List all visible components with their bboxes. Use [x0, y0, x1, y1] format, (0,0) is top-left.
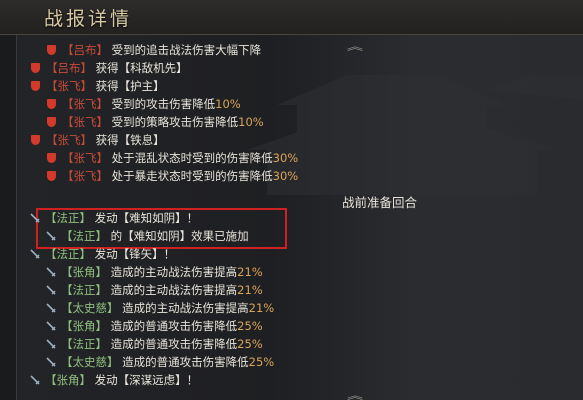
general-name: 【法正】 — [61, 283, 107, 297]
report-line: 【法正】 发动【锋矢】！ — [29, 245, 175, 263]
sword-icon — [29, 211, 41, 223]
effect-text: 处于混乱状态时受到的伤害降低 — [108, 151, 273, 165]
sword-icon — [45, 337, 57, 349]
report-line: 【法正】 造成的主动战法伤害提高21% — [45, 281, 263, 299]
sword-icon — [29, 247, 41, 259]
effect-text: 处于暴走状态时受到的伤害降低 — [108, 169, 273, 183]
shield-icon — [31, 135, 40, 145]
sword-icon — [45, 229, 57, 241]
sword-icon — [29, 373, 41, 385]
general-name: 【张角】 — [45, 373, 91, 387]
effect-text: 获得【铁息】 — [92, 133, 165, 147]
effect-value: 10% — [215, 97, 241, 111]
effect-text: 的【难知如阴】效果已施加 — [107, 229, 249, 243]
header-bar: 战报详情 — [0, 0, 583, 35]
effect-text: 受到的攻击伤害降低 — [108, 97, 216, 111]
general-name: 【张角】 — [61, 265, 107, 279]
shield-icon — [47, 171, 56, 181]
battle-report-panel[interactable]: ︽ ︽ 战前准备回合 【吕布】 受到的追击战法伤害大幅下降 【吕布】 获得【科敌机… — [16, 35, 583, 400]
effect-value: 21% — [237, 283, 263, 297]
general-name: 【张飞】 — [62, 97, 108, 111]
report-line: 【法正】 的【难知如阴】效果已施加 — [45, 227, 249, 245]
effect-text: 发动【深谋远虑】！ — [91, 373, 199, 387]
effect-text: 造成的主动战法伤害提高 — [107, 283, 238, 297]
general-name: 【法正】 — [61, 337, 107, 351]
scroll-down-icon[interactable]: ︽ — [347, 387, 363, 400]
report-line: 【吕布】 获得【科敌机先】 — [31, 59, 188, 77]
effect-text: 造成的普通攻击伤害降低 — [118, 355, 249, 369]
round-title: 战前准备回合 — [342, 195, 418, 210]
page-title: 战报详情 — [44, 8, 133, 30]
effect-text: 受到的追击战法伤害大幅下降 — [108, 43, 262, 57]
general-name: 【法正】 — [61, 229, 107, 243]
shield-icon — [47, 117, 56, 127]
effect-text: 发动【难知如阴】！ — [91, 211, 199, 225]
effect-value: 21% — [248, 301, 275, 315]
shield-icon — [31, 81, 40, 91]
general-name: 【吕布】 — [62, 43, 108, 57]
sword-icon — [45, 283, 57, 295]
report-line: 【张角】 造成的主动战法伤害提高21% — [45, 263, 263, 281]
report-line: 【法正】 造成的普通攻击伤害降低25% — [45, 335, 263, 353]
effect-value: 10% — [238, 115, 264, 129]
general-name: 【法正】 — [45, 211, 91, 225]
sword-icon — [45, 301, 57, 313]
sword-icon — [45, 319, 57, 331]
report-line: 【张飞】 处于暴走状态时受到的伤害降低30% — [47, 167, 298, 185]
shield-icon — [47, 153, 56, 163]
effect-value: 30% — [272, 169, 299, 183]
report-line: 【张飞】 获得【护主】 — [31, 77, 165, 95]
sword-icon — [45, 355, 57, 367]
effect-text: 造成的普通攻击伤害降低 — [107, 319, 238, 333]
effect-text: 受到的策略攻击伤害降低 — [108, 115, 239, 129]
general-name: 【张飞】 — [62, 115, 108, 129]
scroll-up-icon[interactable]: ︽ — [347, 38, 363, 53]
sword-icon — [45, 265, 57, 277]
general-name: 【法正】 — [45, 247, 91, 261]
general-name: 【张飞】 — [46, 133, 92, 147]
general-name: 【太史慈】 — [61, 301, 119, 315]
general-name: 【张角】 — [61, 319, 107, 333]
report-line: 【太史慈】 造成的普通攻击伤害降低25% — [45, 353, 274, 371]
shield-icon — [31, 63, 40, 73]
general-name: 【吕布】 — [46, 61, 92, 75]
general-name: 【太史慈】 — [61, 355, 119, 369]
report-line: 【太史慈】 造成的主动战法伤害提高21% — [45, 299, 274, 317]
effect-value: 25% — [237, 319, 263, 333]
shield-icon — [47, 45, 56, 55]
effect-text: 造成的普通攻击伤害降低 — [107, 337, 238, 351]
shield-icon — [47, 99, 56, 109]
effect-value: 25% — [248, 355, 275, 369]
effect-value: 25% — [237, 337, 263, 351]
effect-text: 获得【科敌机先】 — [92, 61, 188, 75]
effect-text: 获得【护主】 — [92, 79, 165, 93]
general-name: 【张飞】 — [62, 151, 108, 165]
report-line: 【张角】 造成的普通攻击伤害降低25% — [45, 317, 263, 335]
report-line: 【张飞】 受到的策略攻击伤害降低10% — [47, 113, 264, 131]
general-name: 【张飞】 — [46, 79, 92, 93]
effect-text: 发动【锋矢】！ — [91, 247, 176, 261]
report-line: 【张飞】 获得【铁息】 — [31, 131, 165, 149]
report-line: 【法正】 发动【难知如阴】！ — [29, 209, 198, 227]
effect-text: 造成的主动战法伤害提高 — [107, 265, 238, 279]
general-name: 【张飞】 — [62, 169, 108, 183]
report-line: 【张飞】 处于混乱状态时受到的伤害降低30% — [47, 149, 298, 167]
effect-value: 21% — [237, 265, 263, 279]
report-line: 【张飞】 受到的攻击伤害降低10% — [47, 95, 241, 113]
effect-value: 30% — [272, 151, 299, 165]
effect-text: 造成的主动战法伤害提高 — [118, 301, 249, 315]
report-line: 【张角】 发动【深谋远虑】！ — [29, 371, 198, 389]
report-line: 【吕布】 受到的追击战法伤害大幅下降 — [47, 41, 261, 59]
